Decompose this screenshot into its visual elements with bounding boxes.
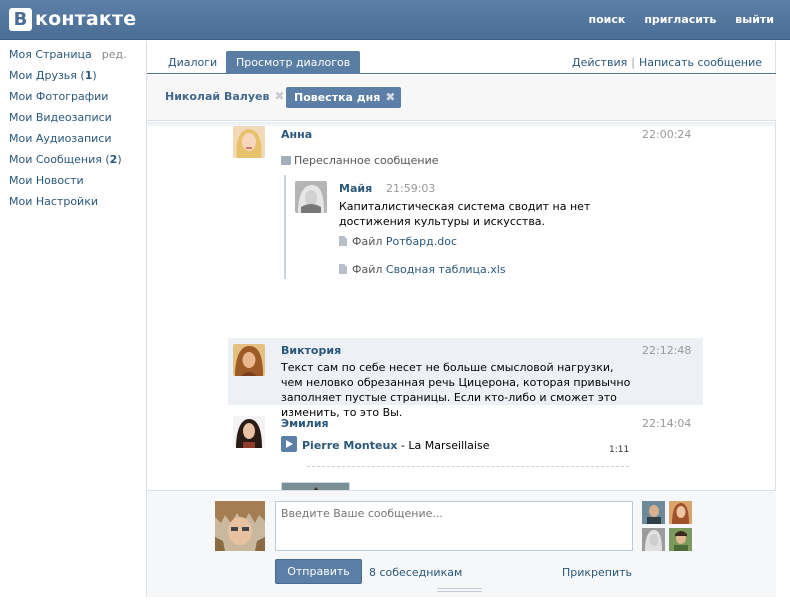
resize-handle[interactable] bbox=[437, 588, 482, 592]
menu-item-photos[interactable]: Мои Фотографии bbox=[9, 90, 144, 111]
invite-link[interactable]: пригласить bbox=[644, 13, 716, 26]
partner-avatar[interactable] bbox=[642, 501, 665, 524]
avatar-image bbox=[669, 501, 692, 524]
message-author[interactable]: Анна bbox=[281, 128, 312, 141]
audio-separator: - bbox=[397, 439, 409, 452]
message-time: 22:00:24 bbox=[642, 128, 692, 141]
menu-item-videos[interactable]: Мои Видеозаписи bbox=[9, 111, 144, 132]
file-prefix: Файл bbox=[352, 235, 386, 248]
file-attachment[interactable]: Файл Сводная таблица.xls bbox=[339, 263, 506, 276]
file-link[interactable]: Ротбард.doc bbox=[386, 235, 457, 248]
avatar-viktoria[interactable] bbox=[233, 344, 265, 376]
avatar-maya[interactable] bbox=[295, 181, 327, 213]
logout-link[interactable]: выйти bbox=[735, 13, 774, 26]
actions-link[interactable]: Действия bbox=[572, 56, 627, 69]
message-author[interactable]: Виктория bbox=[281, 344, 341, 357]
close-icon[interactable]: ✖ bbox=[385, 90, 395, 104]
comment-icon bbox=[281, 156, 291, 165]
partner-avatar[interactable] bbox=[642, 528, 665, 551]
message-time: 22:14:04 bbox=[642, 417, 692, 430]
vk-logo[interactable]: В контакте bbox=[9, 7, 137, 31]
chip-nikolay[interactable]: Николай Валуев ✖ bbox=[165, 89, 284, 103]
menu-item-label: Мои Сообщения ( bbox=[9, 153, 110, 166]
chip-label: Николай Валуев bbox=[165, 90, 270, 103]
menu-item-label: Моя Страница bbox=[9, 48, 92, 61]
actions-bar: Действия | Написать сообщение bbox=[572, 56, 762, 69]
message-text: Текст сам по себе несет не больше смысло… bbox=[281, 361, 631, 419]
avatar-image bbox=[669, 528, 692, 551]
left-menu: Моя Страница ред. Мои Друзья (1) Мои Фото… bbox=[9, 48, 144, 216]
reply-area: Отправить 8 собеседникам Прикрепить bbox=[147, 490, 776, 597]
file-link[interactable]: Сводная таблица.xls bbox=[386, 263, 506, 276]
write-message-link[interactable]: Написать сообщение bbox=[639, 56, 762, 69]
menu-item-audio[interactable]: Мои Аудиозаписи bbox=[9, 132, 144, 153]
forwarded-text: Пересланное сообщение bbox=[294, 154, 439, 167]
audio-title: La Marseillaise bbox=[408, 439, 490, 452]
partner-avatar[interactable] bbox=[669, 501, 692, 524]
tab-dialogs[interactable]: Диалоги bbox=[158, 51, 227, 74]
forward-quote-line bbox=[284, 175, 286, 279]
message-input[interactable] bbox=[275, 501, 633, 551]
close-icon[interactable]: ✖ bbox=[274, 89, 284, 103]
main-panel: Диалоги Просмотр диалогов Действия | Напис… bbox=[146, 41, 776, 597]
message-list[interactable]: Анна 22:00:24 Пересланное сообщение Майя… bbox=[147, 122, 776, 490]
message-author[interactable]: Эмилия bbox=[281, 417, 329, 430]
file-prefix: Файл bbox=[352, 263, 386, 276]
chip-label: Повестка дня bbox=[294, 91, 381, 104]
partner-avatar[interactable] bbox=[669, 528, 692, 551]
avatar-image bbox=[642, 501, 665, 524]
forwarded-author[interactable]: Майя bbox=[339, 182, 372, 195]
photo-attachment[interactable] bbox=[281, 482, 350, 490]
logo-text: контакте bbox=[35, 8, 137, 30]
menu-item-suffix: ) bbox=[117, 153, 122, 166]
menu-item-label: Мои Друзья ( bbox=[9, 69, 85, 82]
dialog-filter-bar: Николай Валуев ✖ Повестка дня ✖ bbox=[147, 75, 776, 121]
attach-link[interactable]: Прикрепить bbox=[562, 566, 632, 579]
avatar-image bbox=[233, 126, 265, 158]
logo-mark: В bbox=[9, 7, 32, 31]
message-time: 22:12:48 bbox=[642, 344, 692, 357]
avatar-image bbox=[295, 181, 327, 213]
audio-artist: Pierre Monteux bbox=[302, 439, 398, 452]
partners-link[interactable]: 8 собеседникам bbox=[369, 566, 462, 579]
forwarded-text-body: Капиталистическая система сводит на нет … bbox=[339, 200, 591, 228]
document-icon bbox=[339, 264, 347, 274]
top-bar: В контакте поиск пригласить выйти bbox=[0, 0, 790, 40]
avatar-image bbox=[233, 416, 265, 448]
my-avatar[interactable] bbox=[215, 501, 265, 551]
photo-image bbox=[282, 483, 349, 490]
menu-item-messages[interactable]: Мои Сообщения (2) bbox=[9, 153, 144, 174]
search-link[interactable]: поиск bbox=[588, 13, 625, 26]
menu-item-settings[interactable]: Мои Настройки bbox=[9, 195, 144, 216]
top-links: поиск пригласить выйти bbox=[588, 13, 774, 26]
tabs-bar: Диалоги Просмотр диалогов Действия | Напис… bbox=[147, 41, 776, 74]
avatar-image bbox=[642, 528, 665, 551]
forwarded-label: Пересланное сообщение bbox=[281, 154, 439, 167]
file-attachment[interactable]: Файл Ротбард.doc bbox=[339, 235, 457, 248]
forwarded-time: 21:59:03 bbox=[386, 182, 436, 195]
send-button[interactable]: Отправить bbox=[275, 559, 362, 584]
avatar-emilia[interactable] bbox=[233, 416, 265, 448]
menu-item-suffix: ) bbox=[92, 69, 97, 82]
chip-agenda[interactable]: Повестка дня ✖ bbox=[286, 87, 402, 108]
menu-item-my-page[interactable]: Моя Страница ред. bbox=[9, 48, 144, 69]
play-icon[interactable] bbox=[281, 436, 297, 452]
tab-view-dialogs[interactable]: Просмотр диалогов bbox=[226, 51, 361, 74]
separator: | bbox=[631, 56, 635, 69]
document-icon bbox=[339, 236, 347, 246]
avatar-image bbox=[233, 344, 265, 376]
audio-duration: 1:11 bbox=[609, 445, 630, 455]
menu-item-news[interactable]: Мои Новости bbox=[9, 174, 144, 195]
avatar-anna[interactable] bbox=[233, 126, 265, 158]
menu-item-friends[interactable]: Мои Друзья (1) bbox=[9, 69, 144, 90]
edit-link[interactable]: ред. bbox=[102, 48, 127, 61]
audio-progress-line[interactable] bbox=[307, 466, 629, 467]
avatar-image bbox=[215, 501, 265, 551]
audio-track[interactable]: Pierre Monteux - La Marseillaise bbox=[302, 439, 489, 452]
